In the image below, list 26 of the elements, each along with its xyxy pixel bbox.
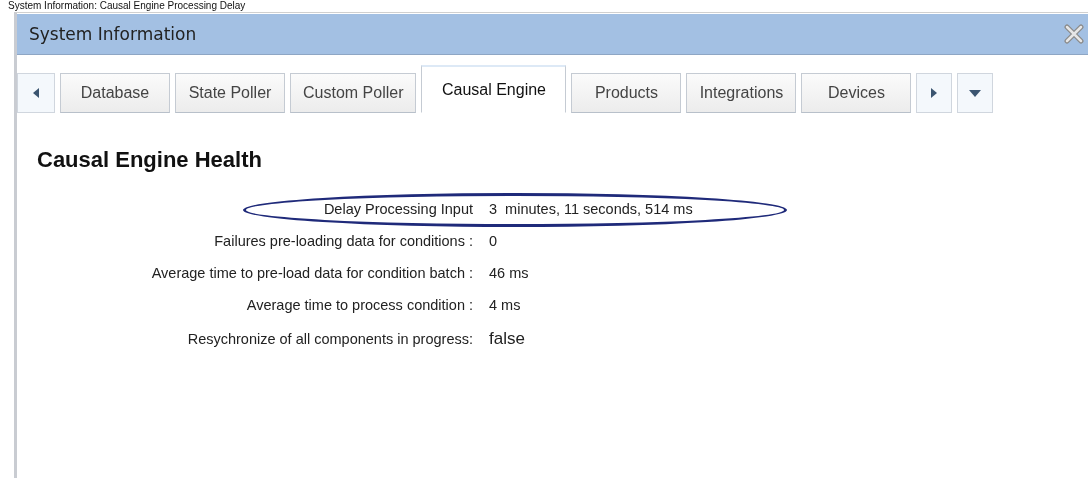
close-icon[interactable] [1064, 24, 1084, 44]
section-heading: Causal Engine Health [37, 147, 263, 173]
tab[interactable]: Database [60, 73, 170, 113]
field-value: false [489, 329, 525, 349]
tab-menu-button[interactable] [957, 73, 994, 113]
window-title: System Information [29, 24, 197, 44]
field-value: 0 [489, 233, 498, 249]
tab[interactable]: Devices [801, 73, 912, 113]
right-arrow-icon [930, 88, 939, 98]
field-value: 3 minutes, 11 seconds, 514 ms [489, 201, 693, 217]
field-label: Delay Processing Input [322, 201, 473, 217]
scroll-left-button[interactable] [17, 73, 55, 113]
tab[interactable]: Integrations [686, 73, 797, 113]
tab[interactable]: Products [571, 73, 682, 113]
field-value: 4 ms [489, 297, 521, 313]
tab[interactable]: Causal Engine [421, 65, 567, 113]
field-label: Failures pre-loading data for conditions : [213, 233, 473, 249]
field-label: Average time to pre-load data for condition batch : [150, 265, 473, 281]
field-label: Average time to process condition : [245, 297, 473, 313]
left-arrow-icon [32, 88, 40, 98]
page-caption: System Information: Causal Engine Processing Delay [7, 0, 247, 12]
tab[interactable]: Custom Poller [290, 73, 417, 113]
tab[interactable]: State Poller [175, 73, 285, 113]
field-value: 46 ms [489, 265, 529, 281]
field-label: Resychronize of all components in progress: [186, 331, 473, 347]
caret-icon [969, 89, 982, 97]
